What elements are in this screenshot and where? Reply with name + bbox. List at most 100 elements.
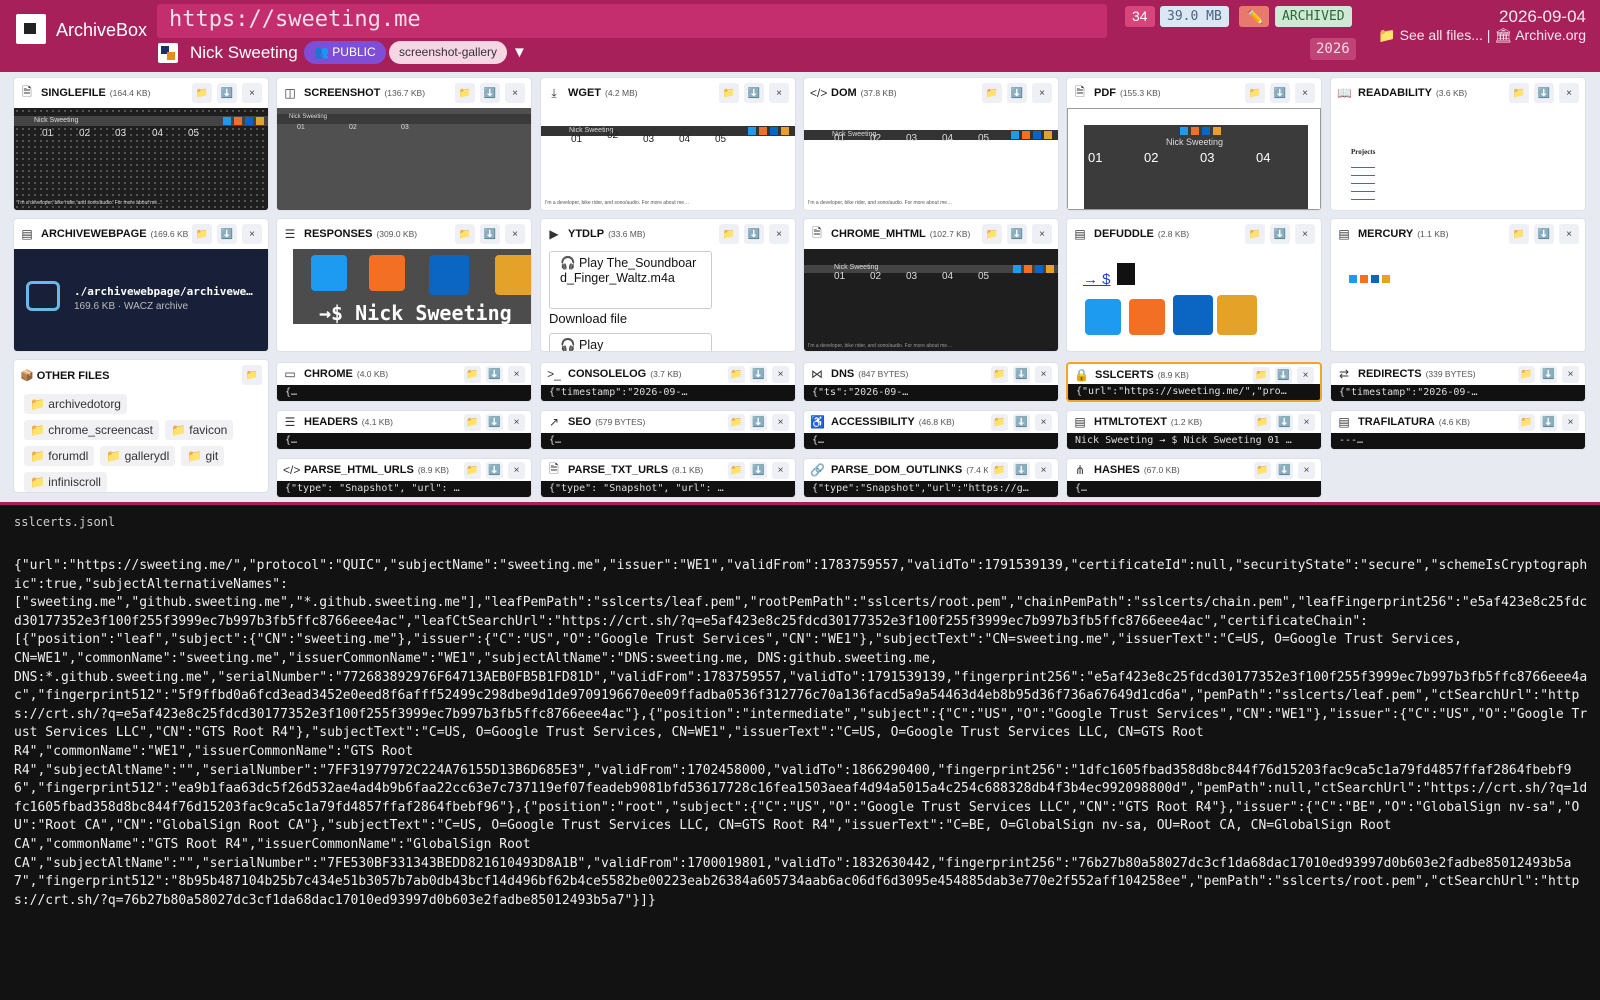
defuddle-preview[interactable]: → $ bbox=[1067, 249, 1321, 351]
responses-preview[interactable]: →$ Nick Sweeting bbox=[277, 249, 531, 351]
code-preview[interactable]: {… bbox=[277, 385, 531, 401]
folder-button[interactable]: 📁 bbox=[192, 224, 212, 244]
output-card-seo[interactable]: ↗ SEO (579 BYTES) 📁 ⬇️ × {… bbox=[540, 410, 796, 450]
code-preview[interactable]: {… bbox=[277, 433, 531, 449]
download-button[interactable]: ⬇️ bbox=[744, 224, 764, 244]
folder-button[interactable]: 📁 bbox=[1509, 224, 1529, 244]
tag-badge[interactable]: screenshot-gallery bbox=[389, 41, 508, 64]
folder-button[interactable]: 📁 bbox=[242, 365, 262, 385]
output-card-responses[interactable]: ☰ RESPONSES (309.0 KB) 📁 ⬇️ × →$ Nick Sweetin… bbox=[276, 218, 532, 352]
folder-button[interactable]: 📁 bbox=[1253, 366, 1270, 384]
folder-button[interactable]: 📁 bbox=[991, 413, 1008, 431]
output-card-wget[interactable]: ⤓ WGET (4.2 MB) 📁 ⬇️ × Nick Sweeting 01 02 03… bbox=[540, 77, 796, 211]
twitter-icon[interactable] bbox=[1085, 299, 1121, 335]
output-card-redirects[interactable]: ⇄ REDIRECTS (339 BYTES) 📁 ⬇️ × {"timestamp":"… bbox=[1330, 362, 1586, 402]
output-card-mercury[interactable]: ▤ MERCURY (1.1 KB) 📁 ⬇️ × bbox=[1330, 218, 1586, 352]
close-button[interactable]: × bbox=[1559, 224, 1579, 244]
download-button[interactable]: ⬇️ bbox=[217, 224, 237, 244]
code-preview[interactable]: {"type": "Snapshot", "url": … bbox=[277, 481, 531, 497]
download-button[interactable]: ⬇️ bbox=[1276, 413, 1293, 431]
download-button[interactable]: ⬇️ bbox=[1013, 365, 1030, 383]
folder-button[interactable]: 📁 bbox=[1509, 83, 1529, 103]
folder-button[interactable]: 📁 bbox=[464, 413, 481, 431]
linkedin-icon[interactable] bbox=[1173, 295, 1213, 335]
download-button[interactable]: ⬇️ bbox=[1540, 413, 1557, 431]
folder-button[interactable]: 📁 bbox=[728, 461, 745, 479]
file-folder-item[interactable]: 📁 forumdl bbox=[24, 446, 95, 466]
output-card-readability[interactable]: 📖 READABILITY (3.6 KB) 📁 ⬇️ × Projects bbox=[1330, 77, 1586, 211]
folder-button[interactable]: 📁 bbox=[1254, 413, 1271, 431]
output-card-hashes[interactable]: ⋔ HASHES (67.0 KB) 📁 ⬇️ × {… bbox=[1066, 458, 1322, 498]
download-button[interactable]: ⬇️ bbox=[1013, 413, 1030, 431]
download-button[interactable]: ⬇️ bbox=[750, 413, 767, 431]
archive-org-link[interactable]: 🏛 Archive.org bbox=[1494, 27, 1586, 43]
screenshot-preview[interactable]: Nick Sweeting 01 02 03 bbox=[277, 108, 531, 210]
brand-name[interactable]: ArchiveBox bbox=[56, 20, 147, 41]
download-button[interactable]: ⬇️ bbox=[1540, 365, 1557, 383]
file-folder-item[interactable]: 📁 infiniscroll bbox=[24, 472, 107, 492]
download-button[interactable]: ⬇️ bbox=[486, 413, 503, 431]
ytdlp-preview[interactable]: 🎧 Play The_Soundboard_Finger_Waltz.m4a D… bbox=[541, 249, 795, 351]
close-button[interactable]: × bbox=[1562, 413, 1579, 431]
output-card-singlefile[interactable]: 🗎 SINGLEFILE (164.4 KB) 📁 ⬇️ × Nick Sweeting … bbox=[13, 77, 269, 211]
download-button[interactable]: ⬇️ bbox=[480, 224, 500, 244]
close-button[interactable]: × bbox=[508, 413, 525, 431]
file-folder-item[interactable]: 📁 git bbox=[181, 446, 225, 466]
pdf-preview[interactable]: Nick Sweeting 01 02 03 04 bbox=[1067, 108, 1321, 210]
code-preview[interactable]: {… bbox=[1067, 481, 1321, 497]
code-preview[interactable]: {"type":"Snapshot","url":"https://g… bbox=[804, 481, 1058, 497]
file-folder-item[interactable]: 📁 gallerydl bbox=[100, 446, 176, 466]
download-button[interactable]: ⬇️ bbox=[750, 365, 767, 383]
code-preview[interactable]: {… bbox=[541, 433, 795, 449]
close-button[interactable]: × bbox=[772, 413, 789, 431]
output-card-dns[interactable]: ⋈ DNS (847 BYTES) 📁 ⬇️ × {"ts":"2026-09-… bbox=[803, 362, 1059, 402]
close-button[interactable]: × bbox=[1298, 413, 1315, 431]
defuddle-prompt-link[interactable]: → $ bbox=[1083, 271, 1111, 288]
download-button[interactable]: ⬇️ bbox=[1534, 83, 1554, 103]
output-card-dom[interactable]: </> DOM (37.8 KB) 📁 ⬇️ × Nick Sweeting 01 02 … bbox=[803, 77, 1059, 211]
close-button[interactable]: × bbox=[769, 224, 789, 244]
folder-button[interactable]: 📁 bbox=[991, 461, 1008, 479]
code-preview[interactable]: {"url":"https://sweeting.me/","pro… bbox=[1068, 384, 1320, 400]
close-button[interactable]: × bbox=[772, 365, 789, 383]
close-button[interactable]: × bbox=[1559, 83, 1579, 103]
output-card-parse-txt-urls[interactable]: 🗎 PARSE_TXT_URLS (8.1 KB) 📁 ⬇️ × {"type": "Sn… bbox=[540, 458, 796, 498]
folder-button[interactable]: 📁 bbox=[1245, 224, 1265, 244]
dom-preview[interactable]: Nick Sweeting 01 02 03 04 05 I'm a devel… bbox=[804, 108, 1058, 210]
folder-button[interactable]: 📁 bbox=[728, 365, 745, 383]
code-preview[interactable]: Nick Sweeting → $ Nick Sweeting 01 … bbox=[1067, 433, 1321, 449]
wget-preview[interactable]: Nick Sweeting 01 02 03 04 05 I'm a devel… bbox=[541, 108, 795, 210]
close-button[interactable]: × bbox=[242, 83, 262, 103]
mercury-preview[interactable] bbox=[1331, 249, 1585, 351]
soundcloud-icon[interactable] bbox=[1129, 299, 1165, 335]
output-card-pdf[interactable]: 🗎 PDF (155.3 KB) 📁 ⬇️ × Nick Sweeting 01 02 0… bbox=[1066, 77, 1322, 211]
close-button[interactable]: × bbox=[1032, 224, 1052, 244]
folder-button[interactable]: 📁 bbox=[1518, 413, 1535, 431]
download-button[interactable]: ⬇️ bbox=[1007, 224, 1027, 244]
output-card-defuddle[interactable]: ▤ DEFUDDLE (2.8 KB) 📁 ⬇️ × → $ bbox=[1066, 218, 1322, 352]
close-button[interactable]: × bbox=[1295, 83, 1315, 103]
close-button[interactable]: × bbox=[1032, 83, 1052, 103]
output-card-sslcerts[interactable]: 🔒 SSLCERTS (8.9 KB) 📁 ⬇️ × {"url":"https://sw… bbox=[1066, 362, 1322, 402]
folder-button[interactable]: 📁 bbox=[982, 83, 1002, 103]
code-preview[interactable]: {"timestamp":"2026-09-… bbox=[541, 385, 795, 401]
folder-button[interactable]: 📁 bbox=[192, 83, 212, 103]
download-button[interactable]: ⬇️ bbox=[217, 83, 237, 103]
output-card-htmltotext[interactable]: ▤ HTMLTOTEXT (1.2 KB) 📁 ⬇️ × Nick Sweeting → … bbox=[1066, 410, 1322, 450]
output-card-accessibility[interactable]: ♿ ACCESSIBILITY (46.8 KB) 📁 ⬇️ × {… bbox=[803, 410, 1059, 450]
close-button[interactable]: × bbox=[505, 224, 525, 244]
folder-button[interactable]: 📁 bbox=[719, 224, 739, 244]
audio-player[interactable]: 🎧 Play The_Soundboard_Finger_Waltz.m4a bbox=[549, 251, 712, 309]
output-card-screenshot[interactable]: ◫ SCREENSHOT (136.7 KB) 📁 ⬇️ × Nick Sweeting … bbox=[276, 77, 532, 211]
output-card-trafilatura[interactable]: ▤ TRAFILATURA (4.6 KB) 📁 ⬇️ × ---… bbox=[1330, 410, 1586, 450]
download-file-link[interactable]: Download file bbox=[549, 311, 627, 326]
singlefile-preview[interactable]: Nick Sweeting 01 02 03 04 05 I'm a devel… bbox=[14, 108, 268, 210]
output-card-headers[interactable]: ☰ HEADERS (4.1 KB) 📁 ⬇️ × {… bbox=[276, 410, 532, 450]
output-card-parse-html-urls[interactable]: </> PARSE_HTML_URLS (8.9 KB) 📁 ⬇️ × {"type": … bbox=[276, 458, 532, 498]
close-button[interactable]: × bbox=[508, 365, 525, 383]
mhtml-preview[interactable]: Nick Sweeting 01 02 03 04 05 I'm a devel… bbox=[804, 249, 1058, 351]
close-button[interactable]: × bbox=[242, 224, 262, 244]
edit-button[interactable]: ✏️ bbox=[1239, 6, 1269, 27]
output-card-parse-dom-outlinks[interactable]: 🔗 PARSE_DOM_OUTLINKS(7.4 KB)📁 ⬇️ × {"type":… bbox=[803, 458, 1059, 498]
close-button[interactable]: × bbox=[1562, 365, 1579, 383]
